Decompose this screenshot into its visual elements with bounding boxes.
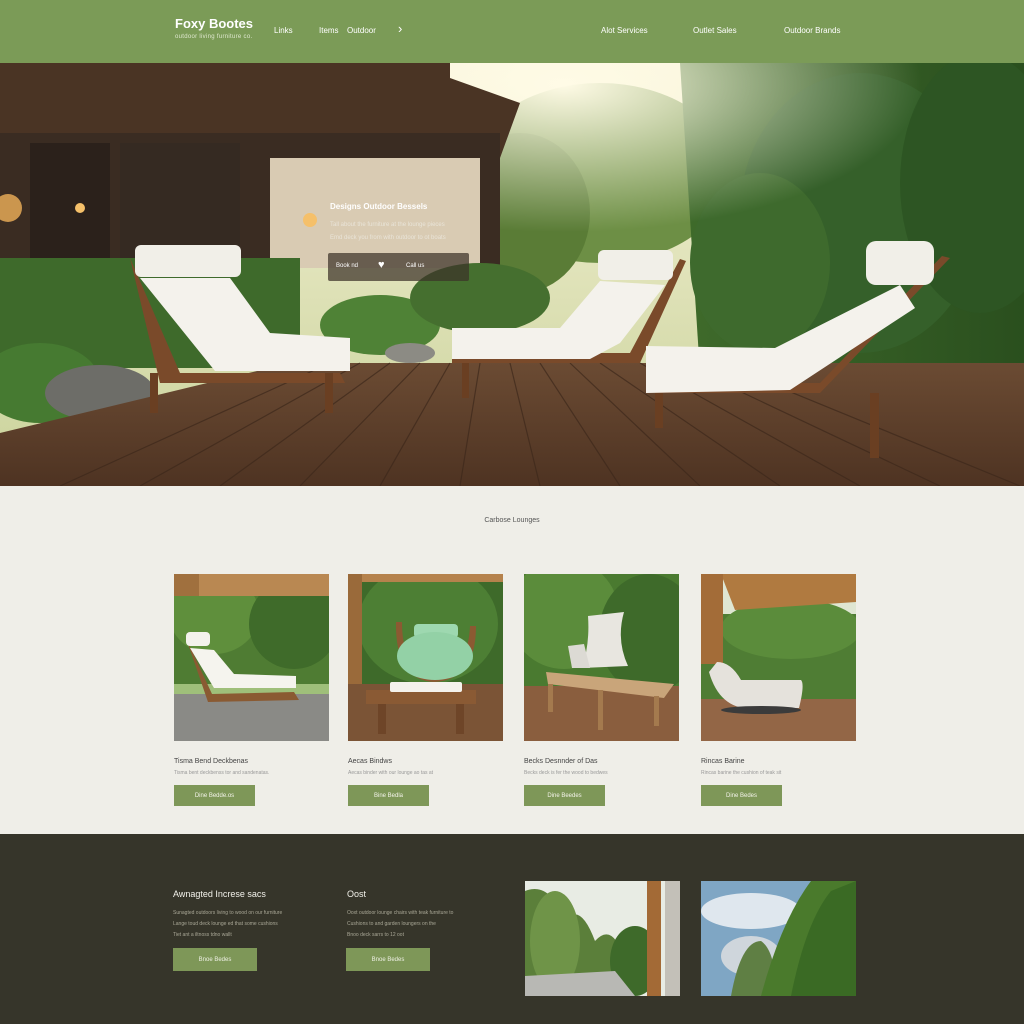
product-title: Rincas Barine [701,758,745,765]
chevron-right-icon[interactable]: › [398,22,402,35]
footer-col1-title: Awnagted Increse sacs [173,889,266,899]
section-title: Carbose Lounges [484,517,540,524]
nav-link-sales[interactable]: Outlet Sales [693,26,737,35]
product-button[interactable]: Dine Beedes [524,785,605,806]
product-description: Rincas barine the cushion of teak sit [701,770,782,776]
product-button[interactable]: Dine Bedde.os [174,785,255,806]
footer-col2-button[interactable]: Bnoe Bedes [346,948,430,971]
product-description: Aecas binder with our lounge ao tas at [348,770,434,776]
footer-col1-button[interactable]: Bnoe Bedes [173,948,257,971]
footer-col2-title: Oost [347,889,367,899]
product-card: Becks Desnnder of Das Becks deck is fer … [524,574,679,806]
nav-link-links[interactable]: Links [274,26,293,35]
nav-link-services[interactable]: Alot Services [601,26,648,35]
products-section: Carbose Lounges Tisma Bend Deckbenas Tis… [0,486,1024,834]
footer-photo [701,881,856,996]
product-button[interactable]: Bine Bedla [348,785,429,806]
product-title: Becks Desnnder of Das [524,758,598,765]
footer-photo [525,881,680,996]
product-card: Aecas Bindws Aecas binder with our loung… [348,574,503,806]
hero-image [0,63,1024,486]
product-card: Tisma Bend Deckbenas Tisma bent deckbens… [174,574,329,806]
hero-subtitle-line-2: Emd deck you from with outdoor to ot boa… [330,235,446,241]
hero-title: Designs Outdoor Bessels [330,202,428,211]
product-image[interactable] [348,574,503,741]
footer-col2-line: Ooxt outdoor lounge chairs with teak fur… [347,910,454,916]
footer-col1-line: Lange toud deck lounge ed that some cush… [173,921,278,927]
hero-cta-left[interactable]: Book nd [336,263,358,269]
product-image[interactable] [524,574,679,741]
footer-col2-line: Cushions to and garden loungers on the [347,921,436,927]
product-description: Becks deck is fer the wood to bedwes [524,770,608,776]
site-footer: Awnagted Increse sacs Sunagted outdoors … [0,834,1024,1024]
brand-tagline: outdoor living furniture co. [175,34,253,40]
footer-col2-line: Bnoo deck sarrs to 12 oot [347,932,404,938]
footer-col1-line: Tiet ant a iltnoss tdno wallt [173,932,232,938]
product-title: Tisma Bend Deckbenas [174,758,249,765]
hero-cta-bar[interactable]: Book nd ♥ Call us [328,253,469,281]
hero-banner: Designs Outdoor Bessels Tall about the f… [0,63,1024,486]
product-button[interactable]: Dine Bedes [701,785,782,806]
product-title: Aecas Bindws [348,758,392,765]
product-image[interactable] [174,574,329,741]
nav-link-items[interactable]: Items [319,26,339,35]
product-image[interactable] [701,574,856,741]
product-description: Tisma bent deckbenss tor and sandenatas. [174,770,270,776]
site-header: Foxy Bootes outdoor living furniture co.… [0,0,1024,63]
footer-col1-line: Sunagted outdoors living to wood on our … [173,910,283,916]
nav-link-outdoor[interactable]: Outdoor [347,26,376,35]
nav-link-brands[interactable]: Outdoor Brands [784,26,840,35]
heart-icon[interactable]: ♥ [378,260,385,271]
brand-logo[interactable]: Foxy Bootes [175,16,253,31]
product-card: Rincas Barine Rincas barine the cushion … [701,574,856,806]
hero-subtitle-line-1: Tall about the furniture at the lounge p… [330,222,445,228]
hero-cta-right[interactable]: Call us [406,263,424,269]
